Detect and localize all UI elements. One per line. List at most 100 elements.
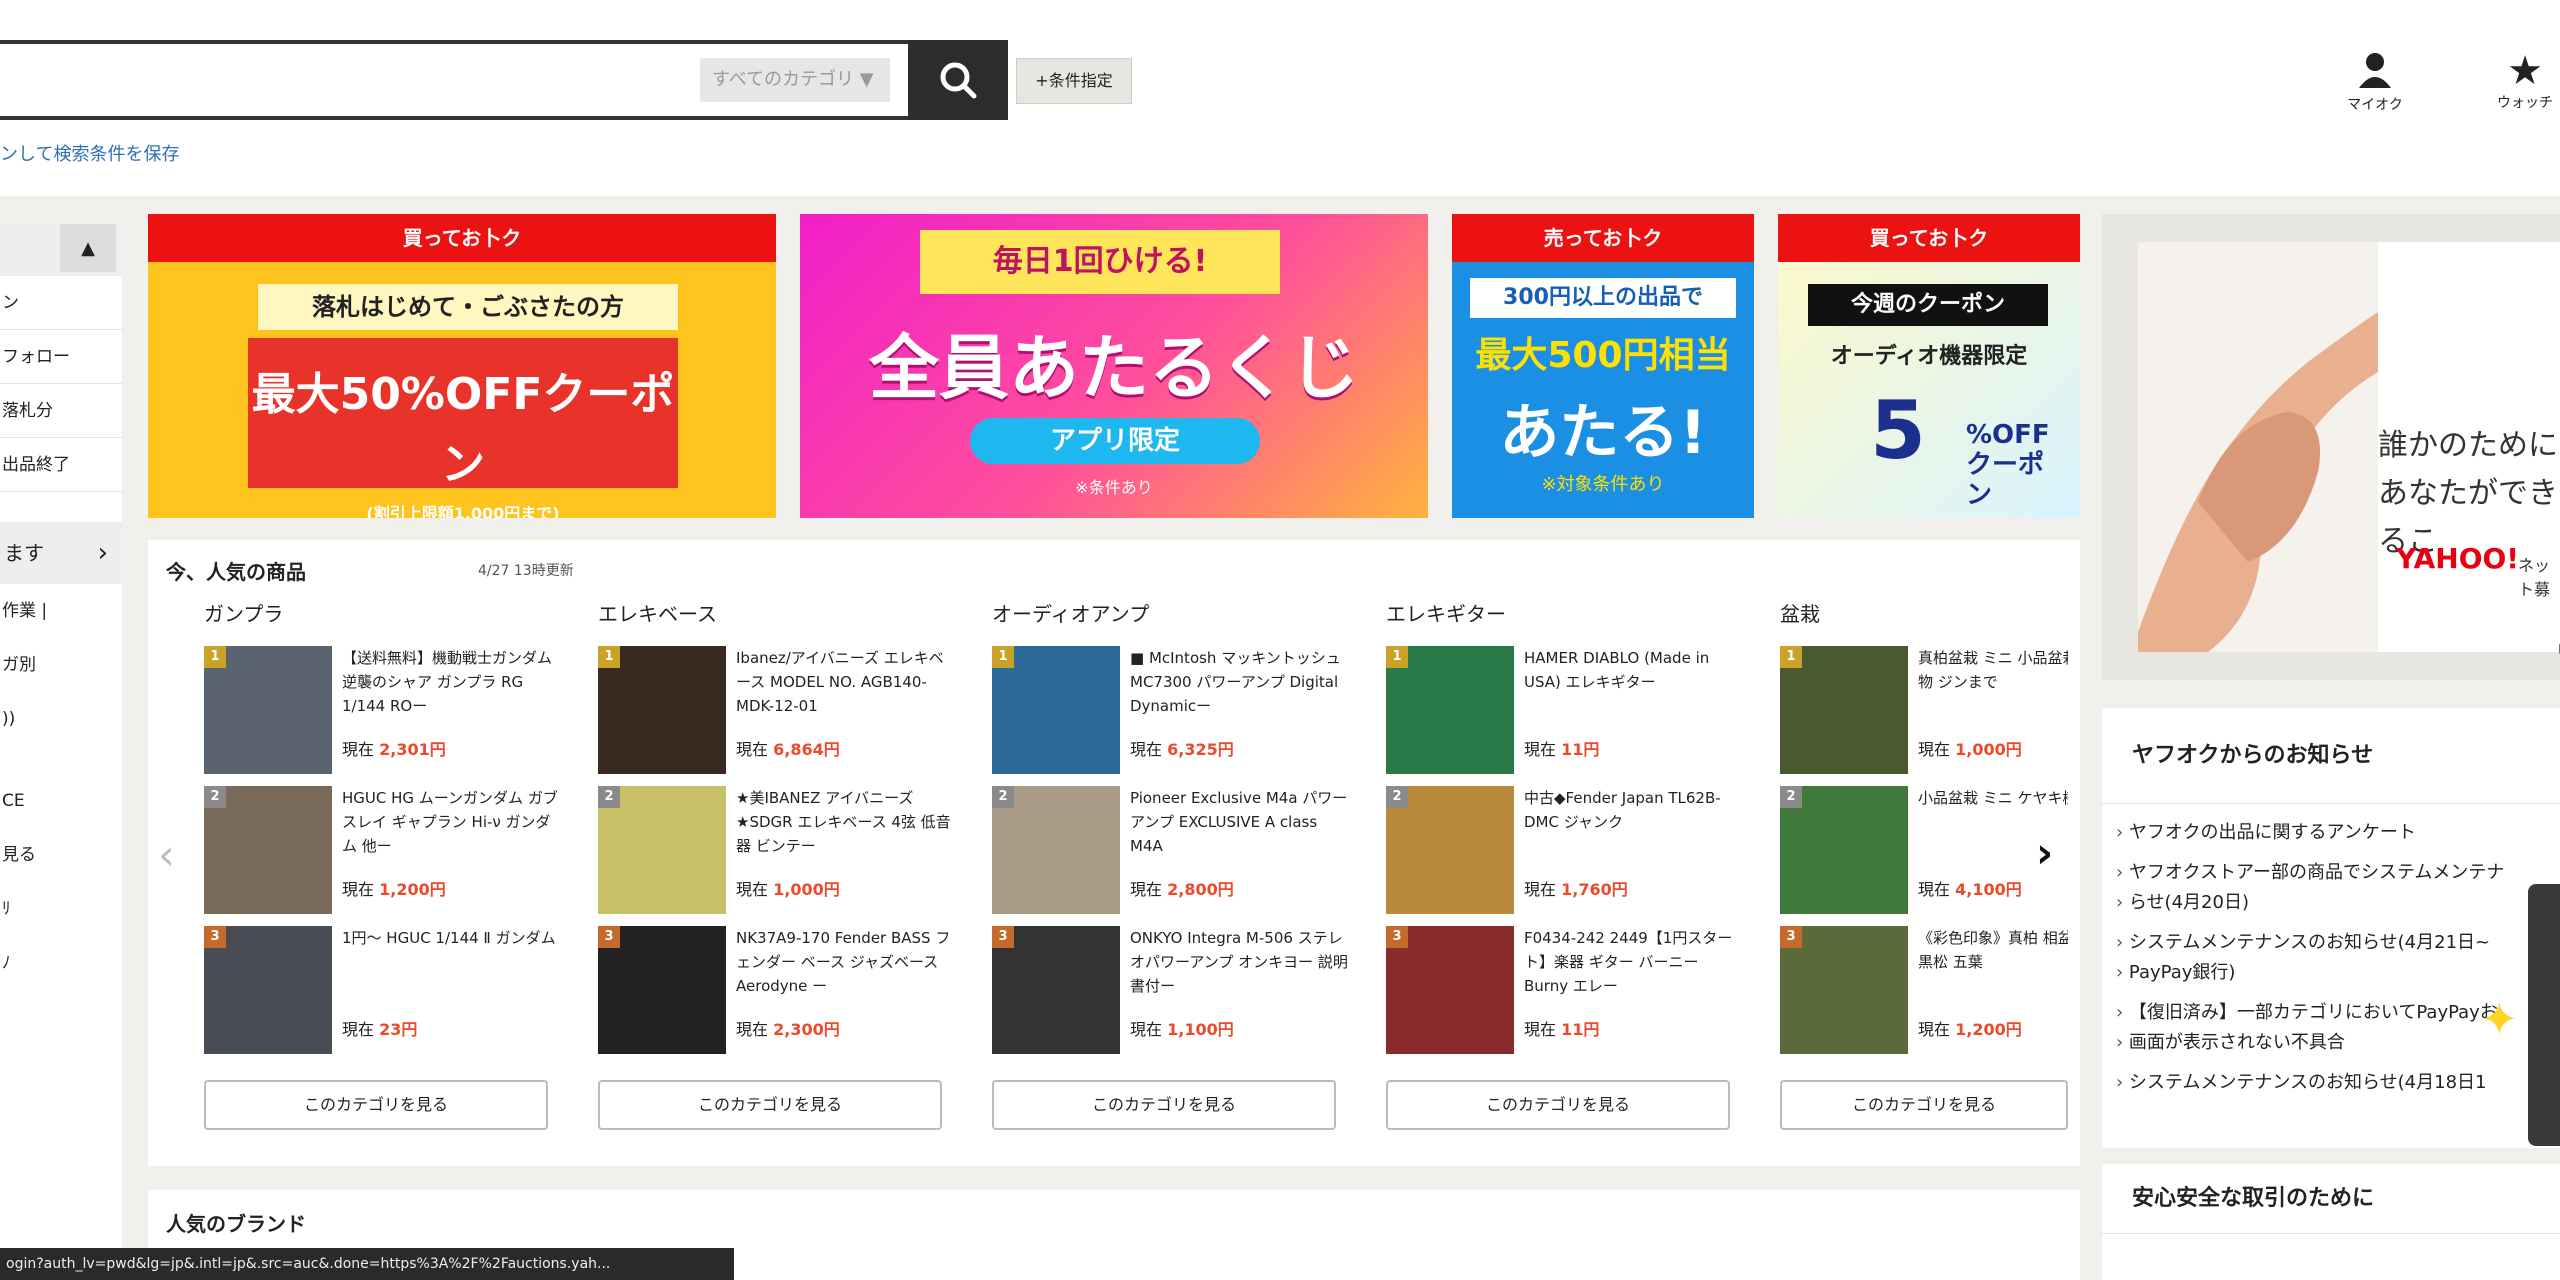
product-item[interactable]: 3 NK37A9-170 Fender BASS フェンダー ベース ジャズベース…: [590, 916, 964, 1056]
notice-link[interactable]: システムメンテナンスのお知らせ(4月21日~: [2116, 930, 2560, 956]
product-name[interactable]: Pioneer Exclusive M4a パワーアンプ EXCLUSIVE A…: [1130, 786, 1350, 862]
product-item[interactable]: 3 《彩色印象》真柏 相盆栽 真柏 / 黒松 五葉現在 1,200円: [1772, 916, 2068, 1056]
product-name[interactable]: 1円～ HGUC 1/144 Ⅱ ガンダム: [342, 926, 562, 1002]
category-title[interactable]: エレキギター: [1378, 592, 1752, 636]
product-item[interactable]: 2 Pioneer Exclusive M4a パワーアンプ EXCLUSIVE …: [984, 776, 1358, 916]
view-category-button[interactable]: このカテゴリを見る: [1780, 1080, 2068, 1130]
sidebar-item[interactable]: 出品終了: [0, 438, 122, 492]
product-name[interactable]: ■ McIntosh マッキントッシュ MC7300 パワーアンプ Digita…: [1130, 646, 1350, 722]
product-name[interactable]: ONKYO Integra M-506 ステレオパワーアンプ オンキヨー 説明書…: [1130, 926, 1350, 1002]
banner-sell-campaign[interactable]: 売ってお卜ク 300円以上の出品で 最大500円相当 あたる! ※対象条件あり: [1452, 214, 1754, 518]
category-title[interactable]: オーディオアンプ: [984, 592, 1358, 636]
notice-panel: ヤフオクからのお知らせ ヤフオクの出品に関するアンケート ヤフオクストアー部の商…: [2102, 708, 2560, 1148]
sidebar-item[interactable]: ン: [0, 276, 122, 330]
myauction-link[interactable]: マイオク: [2330, 50, 2420, 114]
safety-panel: 安心安全な取引のために: [2102, 1164, 2560, 1280]
product-price: 現在 6,864円: [736, 736, 840, 760]
product-item[interactable]: 3 F0434-242 2449【1円スタート】楽器 ギター バーニー Burny…: [1378, 916, 1752, 1056]
notice-link[interactable]: ヤフオクストアー部の商品でシステムメンテナ: [2116, 860, 2560, 886]
notice-link[interactable]: ヤフオクの出品に関するアンケート: [2116, 820, 2560, 846]
product-item[interactable]: 1 真柏盆栽 ミニ 小品盆栽 盆栽植物 ジンまで現在 1,000円: [1772, 636, 2068, 776]
banner-note: (割引上限額1,000円まで): [366, 504, 560, 518]
notice-link-cont[interactable]: PayPay銀行): [2116, 960, 2560, 986]
price-label: 現在: [1524, 740, 1557, 759]
price-value: 2,301円: [379, 740, 446, 759]
banner-weekly-coupon[interactable]: 買ってお卜ク 今週のクーポン オーディオ機器限定 5 %OFF クーポン: [1778, 214, 2080, 518]
view-category-button[interactable]: このカテゴリを見る: [204, 1080, 548, 1130]
product-price: 現在 1,000円: [1918, 736, 2022, 760]
product-item[interactable]: 1 ■ McIntosh マッキントッシュ MC7300 パワーアンプ Digit…: [984, 636, 1358, 776]
view-category-button[interactable]: このカテゴリを見る: [598, 1080, 942, 1130]
product-item[interactable]: 1 HAMER DIABLO (Made in USA) エレキギター 現在 11円: [1378, 636, 1752, 776]
notice-title: ヤフオクからのお知らせ: [2102, 708, 2560, 804]
product-name[interactable]: 【送料無料】機動戦士ガンダム 逆襲のシャア ガンプラ RG 1/144 ROー: [342, 646, 562, 722]
product-name[interactable]: HGUC HG ムーンガンダム ガブスレイ ギャプラン Hi-ν ガンダム 他ー: [342, 786, 562, 862]
banner-tag: 買ってお卜ク: [148, 214, 776, 262]
category-column: エレキベース 1 Ibanez/アイバニーズ エレキベース MODEL NO. AG…: [590, 592, 964, 1152]
sidebar-item[interactable]: [0, 746, 122, 774]
rank-badge: 2: [992, 786, 1014, 808]
product-name[interactable]: 中古◆Fender Japan TL62B-DMC ジャンク: [1524, 786, 1744, 862]
rank-badge: 1: [992, 646, 1014, 668]
sidebar-item[interactable]: ﾘ: [0, 882, 122, 936]
product-name[interactable]: ★美IBANEZ アイバニーズ★SDGR エレキベース 4弦 低音器 ビンテー: [736, 786, 956, 862]
product-item[interactable]: 2 中古◆Fender Japan TL62B-DMC ジャンク 現在 1,760円: [1378, 776, 1752, 916]
sidebar-section[interactable]: ます ›: [0, 522, 122, 584]
category-title[interactable]: エレキベース: [590, 592, 964, 636]
sidebar-item[interactable]: )): [0, 692, 122, 746]
safety-title: 安心安全な取引のために: [2102, 1164, 2560, 1234]
sidebar-item[interactable]: CE: [0, 774, 122, 828]
sidebar-item[interactable]: 落札分: [0, 384, 122, 438]
sidebar-item[interactable]: 作業 |: [0, 584, 122, 638]
price-label: 現在: [1918, 880, 1951, 899]
notice-link[interactable]: システムメンテナンスのお知らせ(4月18日1: [2116, 1070, 2560, 1096]
price-value: 11円: [1561, 1020, 1600, 1039]
rank-badge: 1: [204, 646, 226, 668]
search-button[interactable]: [908, 40, 1008, 120]
product-name[interactable]: 真柏盆栽 ミニ 小品盆栽 盆栽植物 ジンまで: [1918, 646, 2068, 722]
ad-banner[interactable]: 誰かのためにあなたができるこ YAHOO! ネット募 phot: [2102, 214, 2560, 680]
category-select[interactable]: すべてのカテゴリ ▼: [700, 58, 890, 102]
sidebar-item[interactable]: 見る: [0, 828, 122, 882]
sidebar-item[interactable]: フォロー: [0, 330, 122, 384]
collapse-button[interactable]: ▲: [60, 224, 116, 272]
price-value: 1,200円: [1955, 1020, 2022, 1039]
product-name[interactable]: Ibanez/アイバニーズ エレキベース MODEL NO. AGB140-MD…: [736, 646, 956, 722]
chevron-right-icon: ›: [97, 538, 108, 568]
notice-link-cont[interactable]: らせ(4月20日): [2116, 890, 2560, 916]
banner-top: 毎日1回ひける!: [920, 230, 1280, 294]
save-search-link[interactable]: ンして検索条件を保存: [0, 140, 179, 166]
condition-button[interactable]: +条件指定: [1016, 58, 1132, 104]
category-title[interactable]: ガンプラ: [196, 592, 570, 636]
banner-coupon-50off[interactable]: 買ってお卜ク 落札はじめて・ごぶさたの方 最大50%OFFクーポン (割引上限額…: [148, 214, 776, 518]
watch-link[interactable]: ★ ウォッチ: [2475, 50, 2560, 112]
product-name[interactable]: 《彩色印象》真柏 相盆栽 真柏 / 黒松 五葉: [1918, 926, 2068, 1002]
floating-widget[interactable]: ✦: [2480, 884, 2560, 1146]
header: すべてのカテゴリ ▼ +条件指定 ンして検索条件を保存 マイオク ★ ウォッチ: [0, 0, 2560, 196]
hands-illustration: [2138, 242, 2378, 652]
product-name[interactable]: 小品盆栽 ミニ ケヤキ樹 キ: [1918, 786, 2068, 862]
product-price: 現在 1,760円: [1524, 876, 1628, 900]
product-item[interactable]: 1 【送料無料】機動戦士ガンダム 逆襲のシャア ガンプラ RG 1/144 ROー…: [196, 636, 570, 776]
product-name[interactable]: NK37A9-170 Fender BASS フェンダー ベース ジャズベース …: [736, 926, 956, 1002]
product-item[interactable]: 3 ONKYO Integra M-506 ステレオパワーアンプ オンキヨー 説明…: [984, 916, 1358, 1056]
category-title[interactable]: 盆栽: [1772, 592, 2068, 636]
sidebar-item[interactable]: ﾉ: [0, 936, 122, 990]
product-name[interactable]: F0434-242 2449【1円スタート】楽器 ギター バーニー Burny …: [1524, 926, 1744, 1002]
product-name[interactable]: HAMER DIABLO (Made in USA) エレキギター: [1524, 646, 1744, 722]
product-item[interactable]: 1 Ibanez/アイバニーズ エレキベース MODEL NO. AGB140-M…: [590, 636, 964, 776]
product-price: 現在 11円: [1524, 736, 1599, 760]
product-item[interactable]: 2 HGUC HG ムーンガンダム ガブスレイ ギャプラン Hi-ν ガンダム 他…: [196, 776, 570, 916]
product-item[interactable]: 2 ★美IBANEZ アイバニーズ★SDGR エレキベース 4弦 低音器 ビンテー…: [590, 776, 964, 916]
product-item[interactable]: 2 小品盆栽 ミニ ケヤキ樹 キ現在 4,100円: [1772, 776, 2068, 916]
product-item[interactable]: 3 1円～ HGUC 1/144 Ⅱ ガンダム 現在 23円: [196, 916, 570, 1056]
sidebar-item[interactable]: ガ別: [0, 638, 122, 692]
status-url: ogin?auth_lv=pwd&lg=jp&.intl=jp&.src=auc…: [0, 1248, 734, 1280]
carousel-prev-button[interactable]: ‹: [158, 830, 175, 879]
view-category-button[interactable]: このカテゴリを見る: [992, 1080, 1336, 1130]
rank-badge: 1: [598, 646, 620, 668]
sidebar: ▲ ン フォロー 落札分 出品終了 ます › 作業 | ガ別 )) CE 見る ﾘ…: [0, 220, 122, 1280]
view-category-button[interactable]: このカテゴリを見る: [1386, 1080, 1730, 1130]
banner-lottery[interactable]: 毎日1回ひける! 全員あたるくじ アプリ限定 ※条件あり: [800, 214, 1428, 518]
product-price: 現在 1,200円: [1918, 1016, 2022, 1040]
